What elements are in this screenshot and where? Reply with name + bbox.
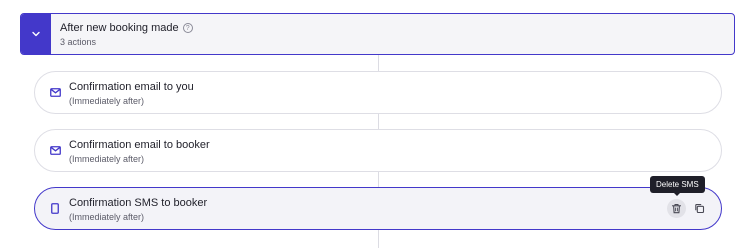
action-timing: (Immediately after) [69, 212, 145, 222]
action-title: Confirmation email to you [69, 81, 194, 93]
action-timing: (Immediately after) [69, 96, 145, 106]
action-card-selected[interactable]: Confirmation SMS to booker (Immediately … [34, 187, 722, 230]
action-card[interactable]: Confirmation email to booker (Immediatel… [34, 129, 722, 172]
trigger-card[interactable]: After new booking made ? 3 actions [20, 13, 735, 55]
flow-connector [378, 172, 379, 187]
duplicate-button[interactable] [690, 199, 709, 218]
trigger-title: After new booking made [60, 22, 179, 34]
mail-icon [49, 86, 61, 98]
action-title: Confirmation email to booker [69, 139, 210, 151]
trigger-title-row: After new booking made ? [60, 22, 193, 34]
collapse-toggle-button[interactable] [21, 14, 51, 54]
copy-icon [695, 204, 705, 214]
trigger-action-count: 3 actions [60, 37, 97, 47]
action-timing: (Immediately after) [69, 154, 145, 164]
action-title: Confirmation SMS to booker [69, 197, 208, 209]
trash-icon [671, 204, 682, 214]
mail-icon [49, 144, 61, 156]
action-card[interactable]: Confirmation email to you (Immediately a… [34, 71, 722, 114]
flow-connector [378, 114, 379, 129]
flow-connector [378, 230, 379, 248]
flow-connector [378, 55, 379, 71]
chevron-down-icon [32, 31, 40, 37]
phone-icon [49, 202, 61, 214]
help-circle-icon[interactable]: ? [182, 23, 193, 33]
delete-tooltip: Delete SMS [650, 176, 705, 196]
delete-button[interactable] [667, 199, 686, 218]
